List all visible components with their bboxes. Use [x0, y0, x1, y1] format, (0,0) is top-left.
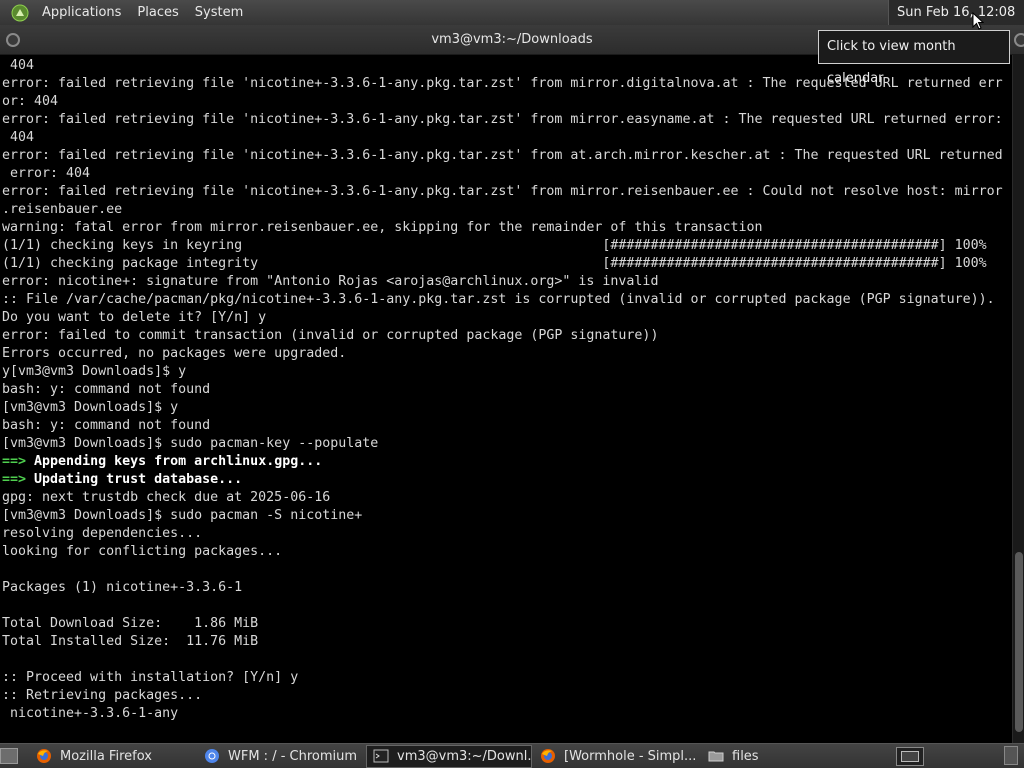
terminal-line: error: failed retrieving file 'nicotine+…	[2, 112, 1003, 127]
terminal-line: 404	[2, 130, 35, 145]
taskbar-item-files[interactable]: files	[702, 745, 868, 768]
terminal-line: Total Download Size: 1.86 MiB	[2, 616, 259, 631]
terminal-line: [vm3@vm3 Downloads]$ y	[2, 400, 179, 415]
terminal-line: error: nicotine+: signature from "Antoni…	[2, 274, 659, 289]
distro-logo-icon[interactable]	[9, 2, 31, 24]
system-menu[interactable]: System	[187, 0, 251, 25]
taskbar-item-label: vm3@vm3:~/Downl...	[397, 748, 532, 764]
taskbar-item-label: WFM : / - Chromium	[228, 748, 358, 764]
terminal-line: error: failed retrieving file 'nicotine+…	[2, 184, 1003, 199]
bottom-taskbar: Mozilla Firefox WFM : / - Chromium vm3@v…	[0, 743, 1024, 768]
terminal-line: ==> Updating trust database...	[2, 472, 243, 487]
close-icon[interactable]	[1014, 33, 1024, 47]
terminal-line: [vm3@vm3 Downloads]$ sudo pacman -S nico…	[2, 508, 363, 523]
calendar-tooltip: Click to view month calendar	[818, 30, 1010, 86]
terminal-line: warning: fatal error from mirror.reisenb…	[2, 220, 763, 235]
terminal-line: (1/1) checking package integrity [######…	[2, 256, 987, 271]
taskbar-item-label: Mozilla Firefox	[60, 748, 152, 764]
folder-icon	[708, 751, 724, 762]
firefox-icon	[541, 749, 555, 763]
taskbar-item-label: [Wormhole - Simpl...	[564, 748, 697, 764]
taskbar-item-firefox[interactable]: Mozilla Firefox	[30, 745, 196, 768]
terminal-line: y[vm3@vm3 Downloads]$ y	[2, 364, 187, 379]
terminal-line: Total Installed Size: 11.76 MiB	[2, 634, 259, 649]
scrollbar-thumb[interactable]	[1015, 552, 1023, 732]
trash-icon[interactable]	[1004, 746, 1018, 765]
terminal-scrollbar[interactable]	[1012, 55, 1024, 743]
terminal-line: bash: y: command not found	[2, 382, 211, 397]
terminal-line: looking for conflicting packages...	[2, 544, 283, 559]
chromium-icon	[205, 749, 219, 763]
terminal-line: ==> Appending keys from archlinux.gpg...	[2, 454, 323, 469]
terminal-line: nicotine+-3.3.6-1-any	[2, 706, 179, 721]
terminal-line: error: failed to commit transaction (inv…	[2, 328, 659, 343]
terminal-line: Packages (1) nicotine+-3.3.6-1	[2, 580, 243, 595]
terminal-line: :: File /var/cache/pacman/pkg/nicotine+-…	[2, 292, 995, 307]
terminal-line: error: failed retrieving file 'nicotine+…	[2, 148, 1003, 163]
terminal-line: or: 404	[2, 94, 59, 109]
terminal-output[interactable]: 404 error: failed retrieving file 'nicoti…	[0, 55, 1012, 743]
terminal-line: :: Proceed with installation? [Y/n] y	[2, 670, 299, 685]
show-desktop-button[interactable]	[0, 748, 18, 764]
mouse-pointer-icon	[972, 12, 984, 30]
firefox-icon	[37, 749, 51, 763]
terminal-line: gpg: next trustdb check due at 2025-06-1…	[2, 490, 331, 505]
arrow-marker: ==>	[2, 454, 27, 469]
terminal-icon	[373, 749, 389, 763]
taskbar-item-chromium[interactable]: WFM : / - Chromium	[198, 745, 364, 768]
panel-clock[interactable]: Sun Feb 16, 12:08 PM	[888, 0, 1024, 45]
terminal-line: :: Retrieving packages...	[2, 688, 203, 703]
terminal-line: .reisenbauer.ee	[2, 202, 123, 217]
terminal-lines: 404 error: failed retrieving file 'nicoti…	[2, 57, 1003, 723]
top-panel: Applications Places System Sun Feb 16, 1…	[0, 0, 1024, 45]
terminal-line: resolving dependencies...	[2, 526, 203, 541]
workspace-switcher[interactable]	[896, 747, 924, 766]
places-menu[interactable]: Places	[129, 0, 186, 25]
terminal-line: bash: y: command not found	[2, 418, 211, 433]
terminal-line: error: 404	[2, 166, 91, 181]
terminal-line: [vm3@vm3 Downloads]$ sudo pacman-key --p…	[2, 436, 379, 451]
taskbar-item-terminal[interactable]: vm3@vm3:~/Downl...	[366, 744, 532, 768]
terminal-line: Errors occurred, no packages were upgrad…	[2, 346, 347, 361]
arrow-marker: ==>	[2, 472, 27, 487]
applications-menu[interactable]: Applications	[34, 0, 129, 25]
terminal-line: (1/1) checking keys in keyring [########…	[2, 238, 987, 253]
workspace-1[interactable]	[901, 751, 919, 762]
terminal-line: Do you want to delete it? [Y/n] y	[2, 310, 267, 325]
taskbar-item-wormhole[interactable]: [Wormhole - Simpl...	[534, 745, 700, 768]
taskbar-item-label: files	[732, 748, 759, 764]
